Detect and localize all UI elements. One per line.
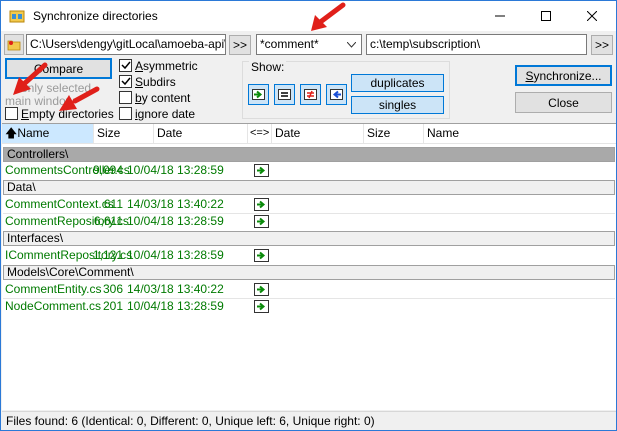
annotation-arrow-icon	[59, 86, 100, 111]
show-label: Show:	[249, 60, 287, 74]
subdirs-label: Subdirs	[135, 74, 176, 89]
file-size: 1,121	[92, 248, 123, 262]
close-icon	[587, 11, 597, 21]
checkbox-box	[119, 91, 132, 104]
file-row[interactable]: CommentContext.cs 611 14/03/18 13:40:22	[3, 196, 615, 213]
minimize-icon	[495, 15, 505, 17]
copy-right-arrow-icon[interactable]	[254, 283, 269, 296]
chevron-down-icon	[347, 42, 356, 48]
file-name: CommentEntity.cs	[5, 282, 102, 296]
maximize-icon	[541, 11, 551, 21]
column-name-left[interactable]: 🡅Name	[2, 124, 94, 143]
ignore-date-checkbox[interactable]: ignore date	[119, 106, 195, 121]
duplicates-toggle[interactable]: duplicates	[351, 74, 444, 92]
show-equal-button[interactable]	[274, 84, 295, 105]
copy-right-arrow-icon[interactable]	[254, 164, 269, 177]
file-size: 9,094	[92, 163, 123, 177]
synchronize-button[interactable]: Synchronize...	[515, 65, 612, 86]
file-date: 10/04/18 13:28:59	[127, 299, 224, 313]
asymmetric-label: Asymmetric	[135, 58, 198, 73]
copy-right-arrow-icon[interactable]	[254, 300, 269, 313]
file-row[interactable]: CommentRepository.cs 6,611 10/04/18 13:2…	[3, 213, 615, 230]
new-folder-button[interactable]	[4, 34, 24, 55]
file-row[interactable]: NodeComment.cs 201 10/04/18 13:28:59	[3, 298, 615, 315]
annotation-arrow-icon	[311, 2, 346, 31]
copy-right-arrow-icon[interactable]	[254, 215, 269, 228]
equal-icon	[278, 89, 291, 100]
file-row[interactable]: CommentsController.cs 9,094 10/04/18 13:…	[3, 162, 615, 179]
folder-row[interactable]: Controllers\	[3, 147, 615, 162]
file-size: 201	[102, 299, 123, 313]
singles-toggle[interactable]: singles	[351, 96, 444, 114]
show-copy-right-button[interactable]	[248, 84, 269, 105]
column-size-left[interactable]: Size	[94, 124, 154, 143]
file-date: 10/04/18 13:28:59	[127, 214, 224, 228]
file-mask-value: *comment*	[260, 37, 319, 51]
file-date: 14/03/18 13:40:22	[127, 197, 224, 211]
asymmetric-checkbox[interactable]: Asymmetric	[119, 58, 198, 73]
column-date-right[interactable]: Date	[272, 124, 364, 143]
checkbox-box	[119, 107, 132, 120]
synchronize-window: Synchronize directories C:\Users\dengy\g…	[0, 0, 617, 431]
minimize-button[interactable]	[477, 1, 523, 31]
checkmark-icon	[120, 77, 131, 86]
folder-row[interactable]: Data\	[3, 180, 615, 195]
file-size: 6,611	[93, 214, 123, 228]
file-date: 14/03/18 13:40:22	[127, 282, 224, 296]
right-path-input[interactable]: c:\temp\subscription\	[366, 34, 587, 55]
not-equal-icon	[304, 89, 317, 100]
file-date: 10/04/18 13:28:59	[127, 248, 224, 262]
checkbox-box	[5, 107, 18, 120]
file-row[interactable]: CommentEntity.cs 306 14/03/18 13:40:22	[3, 281, 615, 298]
subdirs-checkbox[interactable]: Subdirs	[119, 74, 176, 89]
file-name: NodeComment.cs	[5, 299, 102, 313]
copy-right-arrow-icon[interactable]	[254, 198, 269, 211]
file-date: 10/04/18 13:28:59	[127, 163, 224, 177]
right-browse-button[interactable]: >>	[591, 35, 613, 55]
copy-right-arrow-icon[interactable]	[254, 249, 269, 262]
file-row[interactable]: ICommentRepository.cs 1,121 10/04/18 13:…	[3, 247, 615, 264]
column-date-left[interactable]: Date	[154, 124, 248, 143]
checkmark-icon	[120, 61, 131, 70]
checkbox-checked	[119, 75, 132, 88]
show-copy-left-button[interactable]	[326, 84, 347, 105]
column-size-right[interactable]: Size	[364, 124, 424, 143]
maximize-button[interactable]	[523, 1, 569, 31]
show-not-equal-button[interactable]	[300, 84, 321, 105]
folder-row[interactable]: Models\Core\Comment\	[3, 265, 615, 280]
app-icon	[9, 10, 25, 23]
arrow-right-green-icon	[252, 89, 265, 100]
file-size: 611	[103, 197, 123, 211]
close-button[interactable]: Close	[515, 92, 612, 113]
file-list[interactable]: 🡅Name Size Date <=> Date Size Name Contr…	[2, 123, 616, 410]
checkbox-checked	[119, 59, 132, 72]
ignore-date-label: ignore date	[135, 106, 196, 121]
status-bar: Files found: 6 (Identical: 0, Different:…	[2, 411, 616, 430]
column-compare[interactable]: <=>	[248, 124, 272, 143]
sort-up-icon: 🡅	[5, 126, 18, 140]
file-size: 306	[102, 282, 123, 296]
column-name-right[interactable]: Name	[424, 124, 616, 143]
folder-star-icon	[7, 40, 21, 50]
left-path-input[interactable]: C:\Users\dengy\gitLocal\amoeba-api\Ar	[26, 34, 226, 55]
close-window-button[interactable]	[569, 1, 615, 31]
annotation-arrow-icon	[13, 62, 48, 95]
by-content-checkbox[interactable]: by content	[119, 90, 190, 105]
window-title: Synchronize directories	[33, 9, 158, 23]
by-content-label: by content	[135, 90, 191, 105]
left-browse-button[interactable]: >>	[229, 35, 251, 55]
arrow-left-blue-icon	[330, 89, 343, 100]
folder-row[interactable]: Interfaces\	[3, 231, 615, 246]
